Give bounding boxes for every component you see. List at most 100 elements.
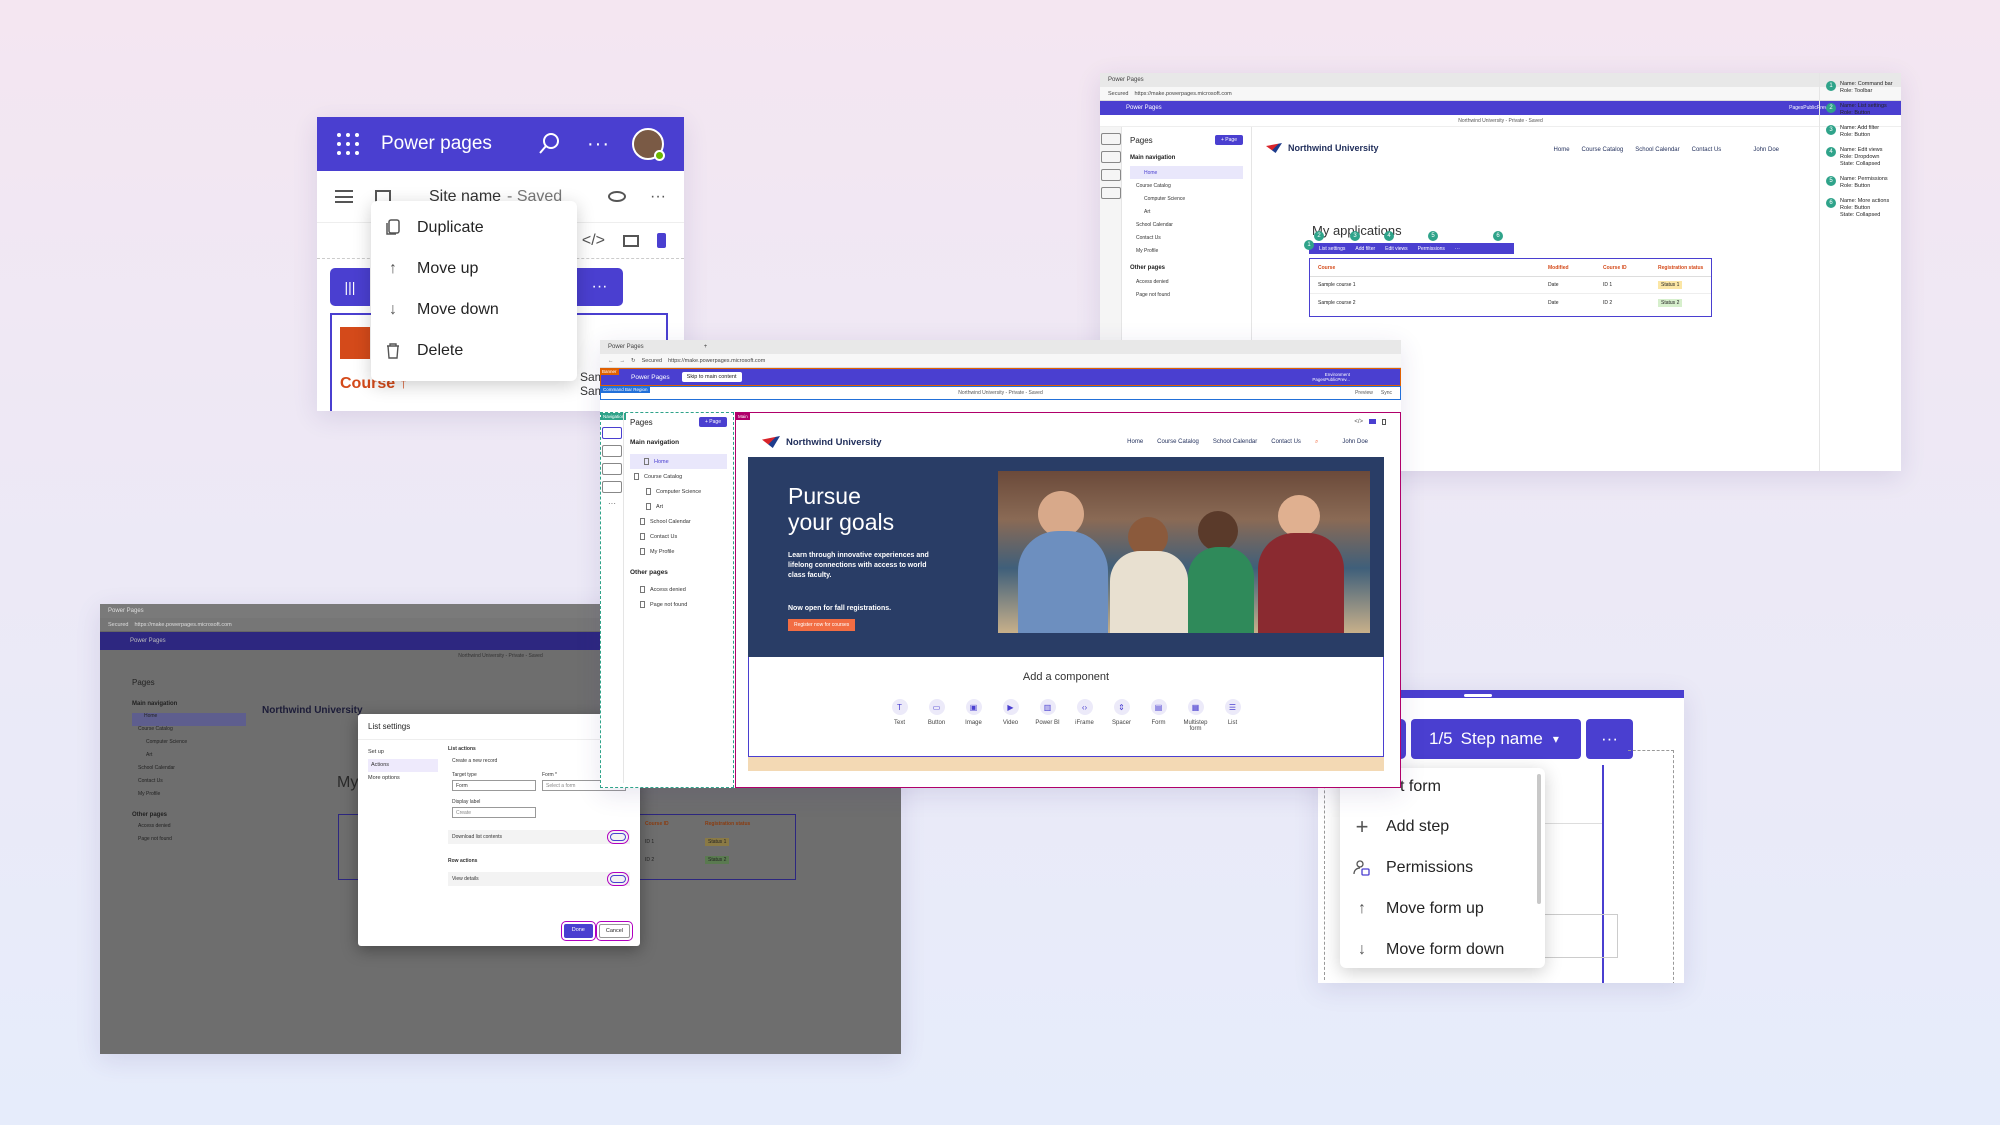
menu-item-move-form-down[interactable]: ↓ Move form down <box>1340 929 1545 970</box>
brand-name[interactable]: Northwind University <box>786 437 882 448</box>
nav-calendar[interactable]: School Calendar <box>132 765 246 778</box>
col-status[interactable]: Registration status <box>1658 265 1703 271</box>
back-icon[interactable]: ← <box>608 358 614 364</box>
view-details-toggle[interactable] <box>607 872 629 886</box>
desktop-icon[interactable] <box>1369 419 1376 424</box>
forward-icon[interactable]: → <box>620 358 626 364</box>
site-nav-catalog[interactable]: Course Catalog <box>1582 147 1624 153</box>
nav-course-catalog[interactable]: Course Catalog <box>630 469 727 484</box>
pages-icon[interactable] <box>1100 133 1121 145</box>
nav-course-catalog[interactable]: Course Catalog <box>1130 179 1243 192</box>
site-nav-home[interactable]: Home <box>1127 439 1143 446</box>
tab-more-options[interactable]: More options <box>368 772 438 785</box>
nav-not-found[interactable]: Page not found <box>132 836 246 849</box>
col-course-id[interactable]: Course ID <box>1603 265 1658 271</box>
nav-art[interactable]: Art <box>630 499 727 514</box>
component-text[interactable]: T Text <box>882 699 918 732</box>
code-icon[interactable]: </> <box>582 232 605 250</box>
url-bar[interactable]: Secured https://make.powerpages.microsoft… <box>1100 87 1901 101</box>
nav-art[interactable]: Art <box>1130 205 1243 218</box>
scrollbar[interactable] <box>1537 774 1541 904</box>
cancel-button[interactable]: Cancel <box>595 921 634 941</box>
skip-link[interactable]: Skip to main content <box>681 372 742 382</box>
tab-actions[interactable]: Actions <box>368 759 438 772</box>
user-menu[interactable]: John Doe <box>1342 439 1368 446</box>
preview-button[interactable]: Preview <box>1355 390 1373 396</box>
menu-item-delete[interactable]: Delete <box>371 330 577 371</box>
brand-name[interactable]: Northwind University <box>1288 143 1379 153</box>
user-menu[interactable]: John Doe <box>1753 147 1779 153</box>
component-image[interactable]: ▣ Image <box>956 699 992 732</box>
env-name[interactable]: PagesPublicPrev... <box>1312 377 1350 382</box>
avatar[interactable] <box>632 128 665 161</box>
site-nav-contact[interactable]: Contact Us <box>1271 439 1301 446</box>
styling-icon[interactable] <box>1100 151 1121 163</box>
add-page-button[interactable]: + Page <box>699 417 727 427</box>
desktop-icon[interactable] <box>623 234 639 247</box>
nav-home[interactable]: Home <box>1130 166 1243 179</box>
site-nav-calendar[interactable]: School Calendar <box>1635 147 1679 153</box>
nav-access-denied[interactable]: Access denied <box>132 823 246 836</box>
command-bar[interactable]: List settings Add filter Edit views Perm… <box>1309 243 1514 254</box>
nav-access-denied[interactable]: Access denied <box>630 582 727 597</box>
nav-calendar[interactable]: School Calendar <box>1130 218 1243 231</box>
site-nav-home[interactable]: Home <box>1554 147 1570 153</box>
data-icon[interactable] <box>1100 169 1121 181</box>
pages-icon[interactable] <box>602 427 622 439</box>
tab-setup[interactable]: Set up <box>368 746 438 759</box>
hamburger-icon[interactable] <box>335 190 353 203</box>
nav-access-denied[interactable]: Access denied <box>1130 275 1243 288</box>
nav-not-found[interactable]: Page not found <box>630 597 727 612</box>
component-multistep-form[interactable]: ▦ Multistep form <box>1178 699 1214 732</box>
refresh-icon[interactable]: ↻ <box>631 358 636 364</box>
data-icon[interactable] <box>602 463 622 475</box>
app-launcher-icon[interactable] <box>337 133 359 155</box>
nav-course-catalog[interactable]: Course Catalog <box>132 726 246 739</box>
component-button[interactable]: ▭ Button <box>919 699 955 732</box>
component-list[interactable]: ☰ List <box>1215 699 1251 732</box>
section-more-button[interactable]: ··· <box>576 268 623 306</box>
url-bar[interactable]: ← → ↻ Secured https://make.powerpages.micro… <box>600 354 1401 368</box>
nav-cs[interactable]: Computer Science <box>1130 192 1243 205</box>
columns-icon[interactable]: ||| <box>345 279 356 295</box>
menu-item-move-up[interactable]: ↑ Move up <box>371 248 577 289</box>
nav-art[interactable]: Art <box>132 752 246 765</box>
nav-contact[interactable]: Contact Us <box>630 529 727 544</box>
component-video[interactable]: ▶ Video <box>993 699 1029 732</box>
more-icon[interactable]: ··· <box>601 499 623 508</box>
step-more-button[interactable]: ··· <box>1586 719 1633 759</box>
search-icon[interactable]: ⌕ <box>1315 439 1318 446</box>
menu-item-permissions[interactable]: Permissions <box>1340 847 1545 888</box>
site-nav-catalog[interactable]: Course Catalog <box>1157 439 1199 446</box>
nav-contact[interactable]: Contact Us <box>1130 231 1243 244</box>
permissions-button[interactable]: Permissions <box>1418 246 1445 252</box>
site-nav-contact[interactable]: Contact Us <box>1692 147 1722 153</box>
styling-icon[interactable] <box>602 445 622 457</box>
menu-item-move-form-up[interactable]: ↑ Move form up <box>1340 888 1545 929</box>
nav-profile[interactable]: My Profile <box>630 544 727 559</box>
code-icon[interactable]: </> <box>1354 419 1363 425</box>
nav-cs[interactable]: Computer Science <box>630 484 727 499</box>
component-form[interactable]: ▤ Form <box>1141 699 1177 732</box>
menu-item-add-step[interactable]: + Add step <box>1340 806 1545 847</box>
list-settings-button[interactable]: List settings <box>1319 246 1345 252</box>
nav-contact[interactable]: Contact Us <box>132 778 246 791</box>
nav-home[interactable]: Home <box>630 454 727 469</box>
component-spacer[interactable]: ⇕ Spacer <box>1104 699 1140 732</box>
menu-item-duplicate[interactable]: Duplicate <box>371 207 577 248</box>
target-type-select[interactable]: Form <box>452 780 536 791</box>
table-row[interactable]: Sample course 2 Date ID 2 Status 2 <box>1310 294 1711 311</box>
nav-profile[interactable]: My Profile <box>132 791 246 804</box>
setup-icon[interactable] <box>1100 187 1121 199</box>
more-icon[interactable]: ··· <box>587 133 610 156</box>
eye-icon[interactable] <box>608 191 627 202</box>
nav-home[interactable]: Home <box>132 713 246 726</box>
step-selector[interactable]: 1/5 Step name ▾ <box>1411 719 1581 759</box>
mobile-icon[interactable] <box>1382 419 1386 425</box>
more-actions-button[interactable]: ··· <box>1455 246 1460 252</box>
edit-views-dropdown[interactable]: Edit views <box>1385 246 1408 252</box>
setup-icon[interactable] <box>602 481 622 493</box>
display-label-input[interactable]: Create <box>452 807 536 818</box>
component-iframe[interactable]: ‹› iFrame <box>1067 699 1103 732</box>
browser-tab[interactable]: Power Pages + <box>600 340 1401 354</box>
